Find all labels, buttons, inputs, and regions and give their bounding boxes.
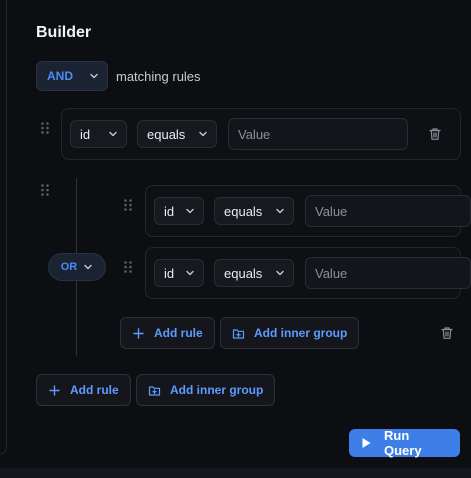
run-query-label: Run Query xyxy=(384,428,422,458)
operator-select[interactable]: equals xyxy=(137,120,217,148)
chevron-down-icon xyxy=(198,129,208,139)
operator-select[interactable]: equals xyxy=(214,197,294,225)
chevron-down-icon xyxy=(185,268,195,278)
run-query-button[interactable]: Run Query xyxy=(349,428,460,458)
group-combinator-select[interactable]: OR xyxy=(48,253,106,281)
root-combinator-select[interactable]: AND xyxy=(36,61,108,91)
plus-icon xyxy=(132,327,145,340)
field-select-value: id xyxy=(80,126,91,142)
drag-handle-icon[interactable] xyxy=(123,198,133,212)
value-input[interactable]: Value xyxy=(305,195,471,227)
value-input[interactable]: Value xyxy=(305,257,471,289)
add-inner-group-button[interactable]: Add inner group xyxy=(136,374,276,406)
trash-icon[interactable] xyxy=(428,127,442,141)
operator-select-value: equals xyxy=(224,265,263,281)
play-icon xyxy=(359,436,373,450)
field-select[interactable]: id xyxy=(70,120,127,148)
operator-select[interactable]: equals xyxy=(214,259,294,287)
left-panel-edge xyxy=(0,0,7,455)
chevron-down-icon xyxy=(275,268,285,278)
drag-handle-icon[interactable] xyxy=(40,121,50,135)
group-add-rule-button[interactable]: Add rule xyxy=(120,317,215,349)
add-rule-label: Add rule xyxy=(70,383,119,397)
plus-icon xyxy=(48,384,61,397)
field-select[interactable]: id xyxy=(154,197,204,225)
combinator-suffix-label: matching rules xyxy=(116,68,201,84)
group-add-rule-label: Add rule xyxy=(154,326,203,340)
add-rule-button[interactable]: Add rule xyxy=(36,374,131,406)
add-inner-group-label: Add inner group xyxy=(170,383,264,397)
field-select[interactable]: id xyxy=(154,259,204,287)
operator-select-value: equals xyxy=(147,126,186,142)
folder-plus-icon xyxy=(232,327,245,340)
group-combinator-value: OR xyxy=(60,261,78,273)
field-select-value: id xyxy=(164,203,175,219)
root-combinator-row: AND matching rules xyxy=(36,61,201,91)
chevron-down-icon xyxy=(89,71,99,81)
root-combinator-value: AND xyxy=(47,69,73,83)
group-add-inner-group-button[interactable]: Add inner group xyxy=(220,317,360,349)
bottom-strip xyxy=(0,468,471,478)
operator-select-value: equals xyxy=(224,203,263,219)
drag-handle-icon[interactable] xyxy=(123,260,133,274)
chevron-down-icon xyxy=(185,206,195,216)
field-select-value: id xyxy=(164,265,175,281)
folder-plus-icon xyxy=(148,384,161,397)
drag-handle-icon[interactable] xyxy=(40,183,50,197)
value-input[interactable]: Value xyxy=(228,118,408,150)
chevron-down-icon xyxy=(275,206,285,216)
trash-icon[interactable] xyxy=(440,326,454,340)
chevron-down-icon xyxy=(83,262,93,272)
builder-title: Builder xyxy=(36,24,92,41)
group-add-inner-group-label: Add inner group xyxy=(254,326,348,340)
chevron-down-icon xyxy=(108,129,118,139)
